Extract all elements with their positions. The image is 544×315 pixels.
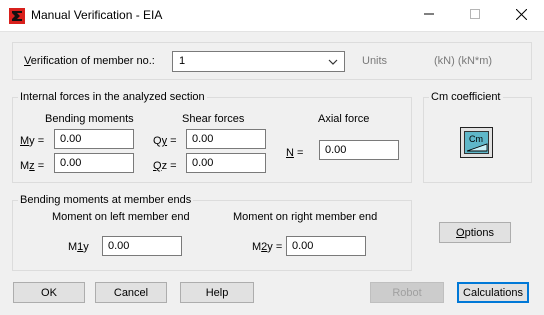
- cm-coefficient-title: Cm coefficient: [429, 91, 503, 103]
- member-ends-title: Bending moments at member ends: [18, 194, 194, 206]
- shear-forces-title: Shear forces: [182, 113, 245, 125]
- calculations-button[interactable]: Calculations: [457, 282, 529, 303]
- close-button[interactable]: [498, 0, 544, 31]
- units-label: Units: [362, 55, 388, 67]
- qy-label: Qy =: [153, 135, 177, 147]
- n-label: N =: [286, 147, 304, 159]
- member-select-value: 1: [179, 55, 186, 67]
- m2y-label: M2y =: [252, 241, 283, 253]
- window-title: Manual Verification - EIA: [31, 8, 163, 22]
- bending-moments-title: Bending moments: [45, 113, 134, 125]
- m2y-input[interactable]: [286, 236, 366, 256]
- m1y-label: M1y: [68, 241, 89, 253]
- mz-label: Mz =: [20, 160, 45, 172]
- app-logo-icon: [9, 8, 25, 24]
- qy-input[interactable]: [186, 129, 266, 149]
- minimize-icon: [424, 9, 434, 22]
- right-end-title: Moment on right member end: [233, 211, 378, 223]
- close-icon: [515, 8, 527, 23]
- internal-forces-title: Internal forces in the analyzed section: [18, 91, 207, 103]
- cm-coefficient-button[interactable]: Cm: [460, 127, 493, 158]
- qz-label: Qz =: [153, 160, 177, 172]
- m1y-input[interactable]: [102, 236, 182, 256]
- cancel-button[interactable]: Cancel: [95, 282, 167, 303]
- member-select[interactable]: 1: [172, 51, 345, 72]
- qz-input[interactable]: [186, 153, 266, 173]
- mz-input[interactable]: [54, 153, 134, 173]
- maximize-button[interactable]: [452, 0, 498, 31]
- title-separator: [0, 31, 544, 32]
- my-label: My =: [20, 135, 45, 147]
- ok-button[interactable]: OK: [13, 282, 85, 303]
- chevron-down-icon: [328, 57, 338, 69]
- n-input[interactable]: [319, 140, 399, 160]
- maximize-icon: [470, 9, 480, 22]
- minimize-button[interactable]: [406, 0, 452, 31]
- member-label: Verification of member no.:: [24, 55, 155, 67]
- help-button[interactable]: Help: [180, 282, 254, 303]
- axial-force-title: Axial force: [318, 113, 370, 125]
- robot-button[interactable]: Robot: [370, 282, 444, 303]
- cm-icon: Cm: [464, 131, 489, 154]
- options-button[interactable]: Options: [439, 222, 511, 243]
- left-end-title: Moment on left member end: [52, 211, 190, 223]
- my-input[interactable]: [54, 129, 134, 149]
- units-value: (kN) (kN*m): [434, 55, 493, 67]
